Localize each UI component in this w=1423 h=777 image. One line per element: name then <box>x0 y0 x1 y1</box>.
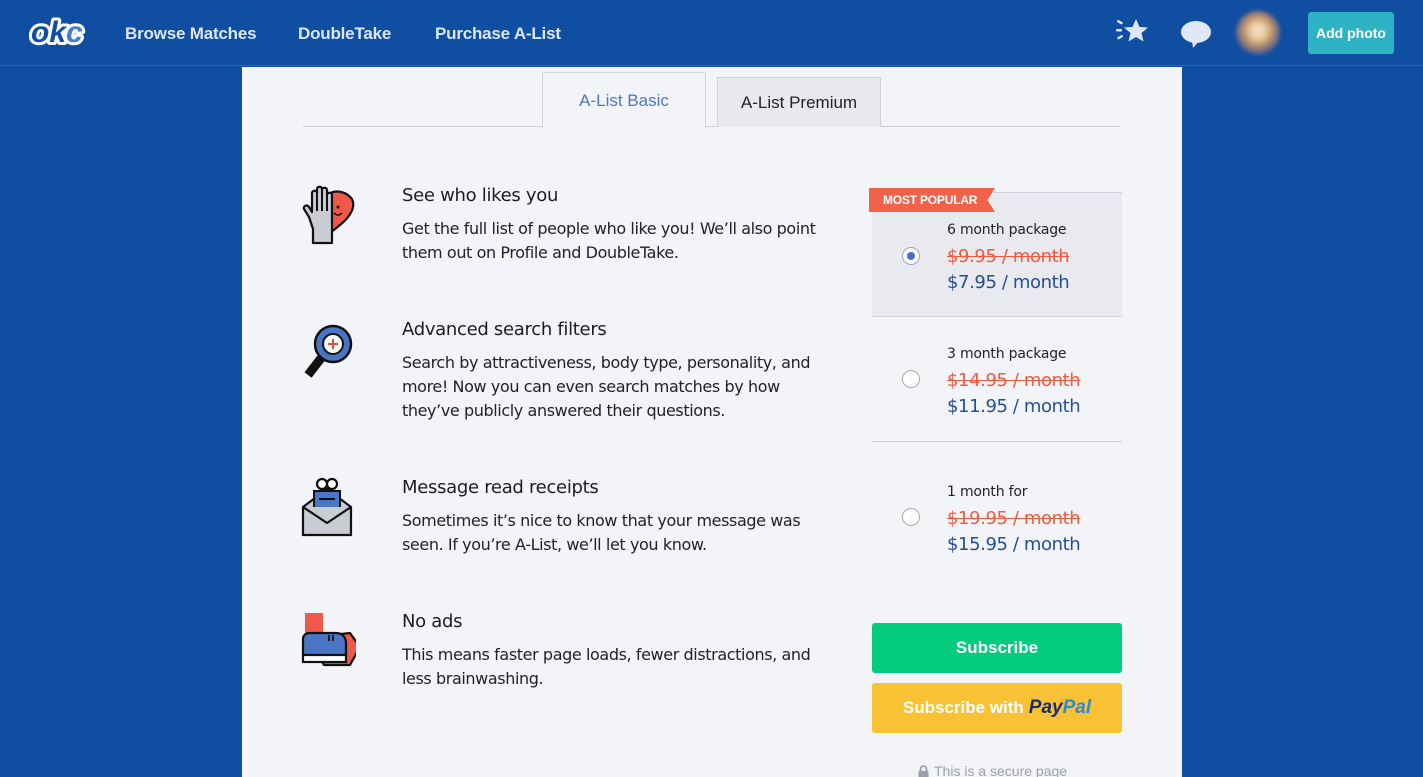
hand-heart-icon <box>302 185 355 245</box>
nav-browse-matches[interactable]: Browse Matches <box>125 24 257 44</box>
feature-description: Search by attractiveness, body type, per… <box>402 353 811 420</box>
feature-description: Sometimes it’s nice to know that your me… <box>402 511 801 554</box>
svg-text:ok: ok <box>31 16 67 49</box>
subscribe-paypal-button[interactable]: Subscribe with Pay Pal <box>872 683 1122 733</box>
magnifier-icon <box>304 324 353 378</box>
add-photo-button[interactable]: Add photo <box>1308 12 1394 54</box>
plan-radio-3-month[interactable] <box>902 370 920 388</box>
tab-alist-basic[interactable]: A-List Basic <box>542 72 706 128</box>
tabs-divider <box>303 126 1120 127</box>
most-popular-badge: MOST POPULAR <box>869 188 995 212</box>
svg-text:c: c <box>66 16 83 49</box>
plan-name: 6 month package <box>947 222 1067 238</box>
feature-title: Advanced search filters <box>402 319 607 340</box>
plan-name: 3 month package <box>947 346 1067 362</box>
plan-options: 6 month package $9.95 / month $7.95 / mo… <box>872 192 1122 582</box>
shoe-kick-icon <box>301 613 356 667</box>
feature-title: Message read receipts <box>402 477 599 498</box>
tab-alist-premium[interactable]: A-List Premium <box>717 77 881 127</box>
nav-doubletake[interactable]: DoubleTake <box>298 24 391 44</box>
secure-page-note: This is a secure page <box>918 763 1067 777</box>
lock-icon <box>918 764 929 777</box>
plan-radio-1-month[interactable] <box>902 508 920 526</box>
paypal-logo-pay: Pay <box>1028 697 1063 718</box>
alist-purchase-panel: A-List Basic A-List Premium See who like… <box>242 67 1182 777</box>
plan-new-price: $7.95 / month <box>947 272 1070 293</box>
secure-text: This is a secure page <box>934 763 1068 777</box>
plan-option-3-month[interactable]: 3 month package $14.95 / month $11.95 / … <box>872 317 1122 442</box>
message-icon[interactable] <box>1180 19 1212 49</box>
envelope-eyes-icon <box>301 477 353 537</box>
feature-title: No ads <box>402 611 463 632</box>
plan-radio-6-month[interactable] <box>902 247 920 265</box>
star-icon[interactable] <box>1114 16 1152 48</box>
avatar[interactable] <box>1236 11 1280 55</box>
plan-option-1-month[interactable]: 1 month for $19.95 / month $15.95 / mont… <box>872 442 1122 582</box>
plan-old-price: $9.95 / month <box>947 246 1070 267</box>
subscribe-button[interactable]: Subscribe <box>872 623 1122 673</box>
plan-new-price: $15.95 / month <box>947 534 1081 555</box>
plan-old-price: $19.95 / month <box>947 508 1081 529</box>
feature-title: See who likes you <box>402 185 559 206</box>
okc-logo[interactable]: okc ok c <box>29 14 91 50</box>
feature-description: Get the full list of people who like you… <box>402 219 816 262</box>
top-nav-bar: okc ok c Browse Matches DoubleTake Purch… <box>0 0 1423 66</box>
nav-purchase-alist[interactable]: Purchase A-List <box>435 24 561 44</box>
plan-new-price: $11.95 / month <box>947 396 1081 417</box>
paypal-logo-pal: Pal <box>1062 697 1092 718</box>
plan-old-price: $14.95 / month <box>947 370 1081 391</box>
paypal-button-label: Subscribe with <box>902 698 1024 717</box>
plan-name: 1 month for <box>947 484 1028 500</box>
feature-description: This means faster page loads, fewer dist… <box>402 645 811 688</box>
